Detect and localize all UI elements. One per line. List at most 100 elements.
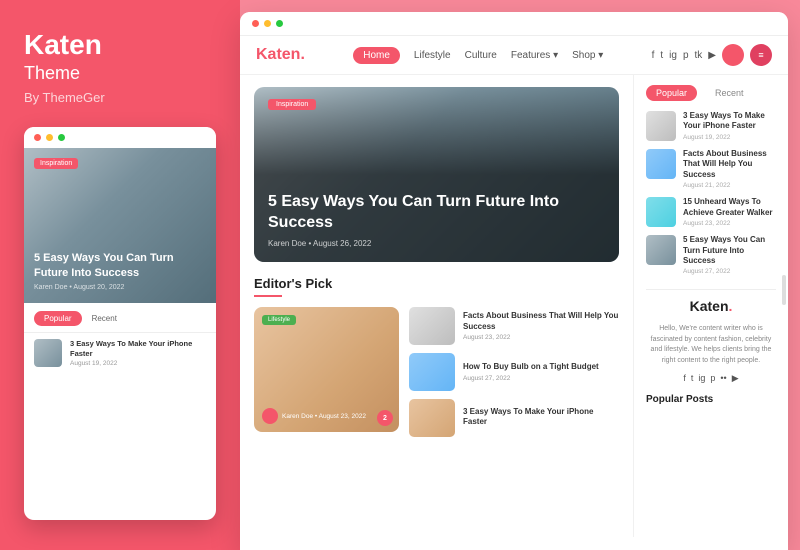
hero-meta: Karen Doe • August 26, 2022 bbox=[268, 239, 605, 248]
sidebar-text-2: 15 Unheard Ways To Achieve Greater Walke… bbox=[683, 197, 776, 227]
editors-card-meta: Karen Doe • August 23, 2022 bbox=[262, 408, 391, 424]
sidebar-item-2[interactable]: 15 Unheard Ways To Achieve Greater Walke… bbox=[646, 197, 776, 227]
editors-small-text-1: How To Buy Bulb on a Tight Budget August… bbox=[463, 362, 599, 381]
nav-link-lifestyle[interactable]: Lifestyle bbox=[414, 50, 451, 61]
editors-card-avatar bbox=[262, 408, 278, 424]
mobile-hero-meta: Karen Doe • August 20, 2022 bbox=[34, 284, 206, 291]
mobile-category-badge: Inspiration bbox=[34, 158, 78, 169]
sidebar-brand-name: Katen. bbox=[690, 298, 733, 314]
editors-large-card[interactable]: Lifestyle Karen Doe • August 23, 2022 2 bbox=[254, 307, 399, 432]
editors-small-title-0: Facts About Business That Will Help You … bbox=[463, 311, 619, 332]
sidebar-text-1: Facts About Business That Will Help You … bbox=[683, 149, 776, 189]
sidebar-item-date-1: August 21, 2022 bbox=[683, 182, 776, 189]
dot-green bbox=[58, 134, 65, 141]
nav-instagram-icon: ig bbox=[669, 50, 677, 61]
sidebar-brand: Katen. bbox=[646, 298, 776, 316]
browser-dot-yellow bbox=[264, 20, 271, 27]
sidebar-item-title-2: 15 Unheard Ways To Achieve Greater Walke… bbox=[683, 197, 776, 218]
mobile-hero-title: 5 Easy Ways You Can Turn Future Into Suc… bbox=[34, 251, 206, 280]
editors-pick-underline bbox=[254, 295, 282, 297]
mobile-list: 3 Easy Ways To Make Your iPhone Faster A… bbox=[24, 333, 216, 373]
mobile-list-text: 3 Easy Ways To Make Your iPhone Faster A… bbox=[70, 339, 206, 367]
sidebar-item-date-0: August 19, 2022 bbox=[683, 134, 776, 141]
dot-red bbox=[34, 134, 41, 141]
sidebar-social: f t ig p •• ▶ bbox=[646, 373, 776, 384]
nav-link-home[interactable]: Home bbox=[353, 47, 400, 64]
hero-title: 5 Easy Ways You Can Turn Future Into Suc… bbox=[268, 192, 605, 234]
editors-small-date-1: August 27, 2022 bbox=[463, 375, 599, 382]
editors-small-thumb-2 bbox=[409, 399, 455, 437]
browser-navbar: Katen. Home Lifestyle Culture Features ▾… bbox=[240, 36, 788, 75]
sidebar-item-0[interactable]: 3 Easy Ways To Make Your iPhone Faster A… bbox=[646, 111, 776, 141]
editors-small-cards: Facts About Business That Will Help You … bbox=[409, 307, 619, 437]
editors-small-text-0: Facts About Business That Will Help You … bbox=[463, 311, 619, 341]
editors-thumb-image-0 bbox=[409, 307, 455, 345]
editors-small-thumb-0 bbox=[409, 307, 455, 345]
sidebar-text-0: 3 Easy Ways To Make Your iPhone Faster A… bbox=[683, 111, 776, 141]
scrollbar-stub[interactable] bbox=[782, 275, 786, 305]
number-badge: 2 bbox=[377, 410, 393, 426]
editors-badge: Lifestyle bbox=[262, 315, 296, 325]
editors-small-card-2[interactable]: 3 Easy Ways To Make Your iPhone Faster bbox=[409, 399, 619, 437]
brand-subtitle: Theme bbox=[24, 63, 216, 84]
main-content: Inspiration 5 Easy Ways You Can Turn Fut… bbox=[240, 75, 633, 537]
sidebar-thumb-3 bbox=[646, 235, 676, 265]
sidebar-item-title-3: 5 Easy Ways You Can Turn Future Into Suc… bbox=[683, 235, 776, 266]
brand-by: By ThemeGer bbox=[24, 90, 216, 105]
nav-twitter-icon: t bbox=[660, 50, 663, 61]
social-instagram-icon[interactable]: ig bbox=[698, 373, 705, 384]
sidebar-item-3[interactable]: 5 Easy Ways You Can Turn Future Into Suc… bbox=[646, 235, 776, 275]
nav-link-features[interactable]: Features ▾ bbox=[511, 50, 558, 61]
sidebar-tabs: Popular Recent bbox=[646, 85, 776, 101]
mobile-mockup: Inspiration 5 Easy Ways You Can Turn Fut… bbox=[24, 127, 216, 520]
editors-grid: Lifestyle Karen Doe • August 23, 2022 2 bbox=[254, 307, 619, 437]
nav-avatar-1 bbox=[722, 44, 744, 66]
sidebar-item-1[interactable]: Facts About Business That Will Help You … bbox=[646, 149, 776, 189]
editors-thumb-image-1 bbox=[409, 353, 455, 391]
sidebar-tab-popular[interactable]: Popular bbox=[646, 85, 697, 101]
editors-small-title-2: 3 Easy Ways To Make Your iPhone Faster bbox=[463, 407, 619, 428]
sidebar-item-date-2: August 23, 2022 bbox=[683, 220, 776, 227]
mobile-top-bar bbox=[24, 127, 216, 148]
mobile-thumb-image bbox=[34, 339, 62, 367]
mobile-tabs: Popular Recent bbox=[24, 303, 216, 333]
social-medium-icon[interactable]: •• bbox=[720, 373, 726, 384]
hero-text: 5 Easy Ways You Can Turn Future Into Suc… bbox=[268, 192, 605, 248]
mobile-list-item: 3 Easy Ways To Make Your iPhone Faster A… bbox=[34, 339, 206, 367]
sidebar-thumb-0 bbox=[646, 111, 676, 141]
social-facebook-icon[interactable]: f bbox=[683, 373, 686, 384]
social-pinterest-icon[interactable]: p bbox=[710, 373, 715, 384]
editors-pick-section: Editor's Pick Lifestyle Karen Doe • Augu… bbox=[254, 276, 619, 437]
mobile-hero: Inspiration 5 Easy Ways You Can Turn Fut… bbox=[24, 148, 216, 303]
nav-avatar-2: ≡ bbox=[750, 44, 772, 66]
mobile-list-title: 3 Easy Ways To Make Your iPhone Faster bbox=[70, 339, 206, 359]
nav-link-culture[interactable]: Culture bbox=[465, 50, 497, 61]
nav-pinterest-icon: p bbox=[683, 50, 689, 61]
sidebar-tab-recent[interactable]: Recent bbox=[705, 85, 754, 101]
sidebar-thumb-img-3 bbox=[646, 235, 676, 265]
editors-small-card-1[interactable]: How To Buy Bulb on a Tight Budget August… bbox=[409, 353, 619, 391]
hero-article[interactable]: Inspiration 5 Easy Ways You Can Turn Fut… bbox=[254, 87, 619, 262]
editors-small-text-2: 3 Easy Ways To Make Your iPhone Faster bbox=[463, 407, 619, 430]
left-panel: Katen Theme By ThemeGer Inspiration 5 Ea… bbox=[0, 0, 240, 550]
sidebar-divider bbox=[646, 289, 776, 290]
editors-small-card-0[interactable]: Facts About Business That Will Help You … bbox=[409, 307, 619, 345]
nav-youtube-icon: ▶ bbox=[708, 50, 716, 61]
sidebar-item-title-1: Facts About Business That Will Help You … bbox=[683, 149, 776, 180]
editors-thumb-image-2 bbox=[409, 399, 455, 437]
browser-dot-green bbox=[276, 20, 283, 27]
editors-card-author: Karen Doe • August 23, 2022 bbox=[282, 413, 366, 420]
nav-tiktok-icon: tk bbox=[695, 50, 703, 61]
social-youtube-icon[interactable]: ▶ bbox=[732, 373, 739, 384]
mobile-tab-recent[interactable]: Recent bbox=[82, 311, 127, 326]
sidebar-thumb-img-0 bbox=[646, 111, 676, 141]
browser-dot-red bbox=[252, 20, 259, 27]
mobile-hero-text: 5 Easy Ways You Can Turn Future Into Suc… bbox=[34, 251, 206, 291]
nav-link-shop[interactable]: Shop ▾ bbox=[572, 50, 603, 61]
sidebar-item-title-0: 3 Easy Ways To Make Your iPhone Faster bbox=[683, 111, 776, 132]
dot-yellow bbox=[46, 134, 53, 141]
mobile-tab-popular[interactable]: Popular bbox=[34, 311, 82, 326]
social-twitter-icon[interactable]: t bbox=[691, 373, 694, 384]
hero-badge: Inspiration bbox=[268, 99, 316, 110]
nav-logo: Katen. bbox=[256, 46, 305, 64]
